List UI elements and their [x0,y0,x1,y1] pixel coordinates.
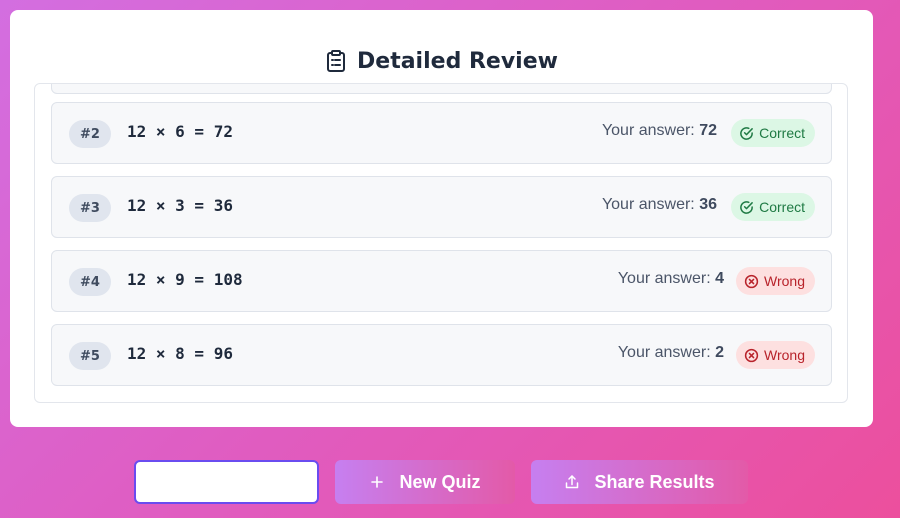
question-number-badge: #2 [69,120,111,148]
status-badge-correct: Correct [731,119,815,147]
question-number-badge: #4 [69,268,111,296]
share-results-label: Share Results [594,471,715,492]
review-item: #2 12 × 6 = 72 Your answer: 72 Correct [51,102,832,164]
question-equation: 12 × 6 = 72 [127,122,233,141]
review-item: #5 12 × 8 = 96 Your answer: 2 Wrong [51,324,832,386]
review-header: Detailed Review [10,44,873,78]
your-answer: Your answer: 36 [601,196,717,213]
status-label: Wrong [764,273,805,289]
review-item: #4 12 × 9 = 108 Your answer: 4 Wrong [51,250,832,312]
review-item-partial [51,84,832,94]
status-badge-correct: Correct [731,193,815,221]
clipboard-icon [325,49,347,73]
blank-focused-button[interactable] [134,460,319,504]
check-circle-icon [740,126,753,140]
plus-icon [371,476,384,488]
review-title: Detailed Review [357,48,558,74]
check-circle-icon [740,200,753,214]
review-item: #3 12 × 3 = 36 Your answer: 36 Correct [51,176,832,238]
question-number-badge: #5 [69,342,111,370]
review-card: Detailed Review #2 12 × 6 = 72 Your answ… [10,10,873,427]
question-equation: 12 × 9 = 108 [127,270,243,289]
status-badge-wrong: Wrong [736,341,815,369]
question-number-badge: #3 [69,194,111,222]
status-label: Correct [759,199,805,215]
share-icon [566,475,579,489]
review-list[interactable]: #2 12 × 6 = 72 Your answer: 72 Correct #… [34,83,848,403]
x-circle-icon [744,348,759,362]
your-answer: Your answer: 72 [601,122,717,139]
status-label: Wrong [764,347,805,363]
question-equation: 12 × 3 = 36 [127,196,233,215]
your-answer: Your answer: 4 [617,270,724,287]
new-quiz-button[interactable]: New Quiz [335,460,515,504]
new-quiz-label: New Quiz [399,471,481,492]
x-circle-icon [744,274,759,288]
status-label: Correct [759,125,805,141]
share-results-button[interactable]: Share Results [531,460,748,504]
status-badge-wrong: Wrong [736,267,815,295]
your-answer: Your answer: 2 [617,344,724,361]
question-equation: 12 × 8 = 96 [127,344,233,363]
